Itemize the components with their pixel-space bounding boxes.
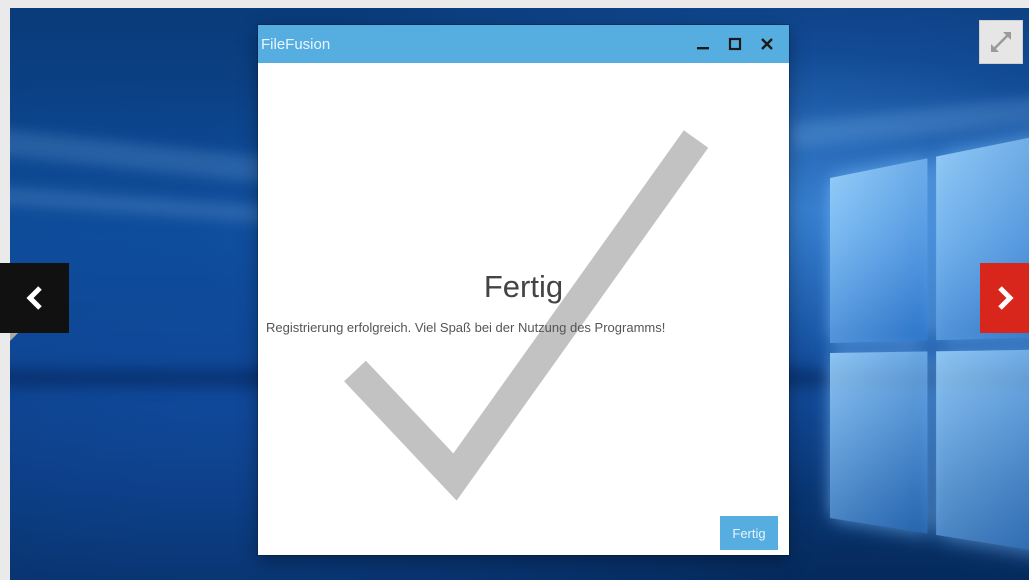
expand-icon: [991, 32, 1011, 52]
fullscreen-button[interactable]: [979, 20, 1023, 64]
close-icon: [761, 38, 773, 50]
filefusion-dialog: FileFusion Fertig Registrierung erfolgre…: [258, 25, 789, 555]
chevron-left-icon: [25, 286, 42, 310]
minimize-icon: [697, 47, 709, 50]
close-button[interactable]: [751, 25, 783, 63]
light-beam: [789, 93, 1029, 149]
logo-pane: [936, 349, 1029, 557]
window-title: FileFusion: [261, 35, 331, 53]
finish-button[interactable]: Fertig: [720, 516, 778, 550]
previous-image-button[interactable]: [0, 263, 69, 333]
logo-pane: [830, 351, 928, 534]
logo-pane: [830, 158, 928, 343]
minimize-button[interactable]: [687, 25, 719, 63]
dialog-heading: Fertig: [483, 269, 564, 304]
chevron-right-icon: [997, 286, 1014, 310]
title-bar[interactable]: FileFusion: [258, 25, 789, 63]
maximize-button[interactable]: [719, 25, 751, 63]
maximize-icon: [728, 37, 742, 51]
next-image-button[interactable]: [980, 263, 1029, 333]
corner-marker: [10, 333, 18, 341]
success-message: Registrierung erfolgreich. Viel Spaß bei…: [266, 320, 666, 335]
windows-logo: [830, 129, 1029, 580]
